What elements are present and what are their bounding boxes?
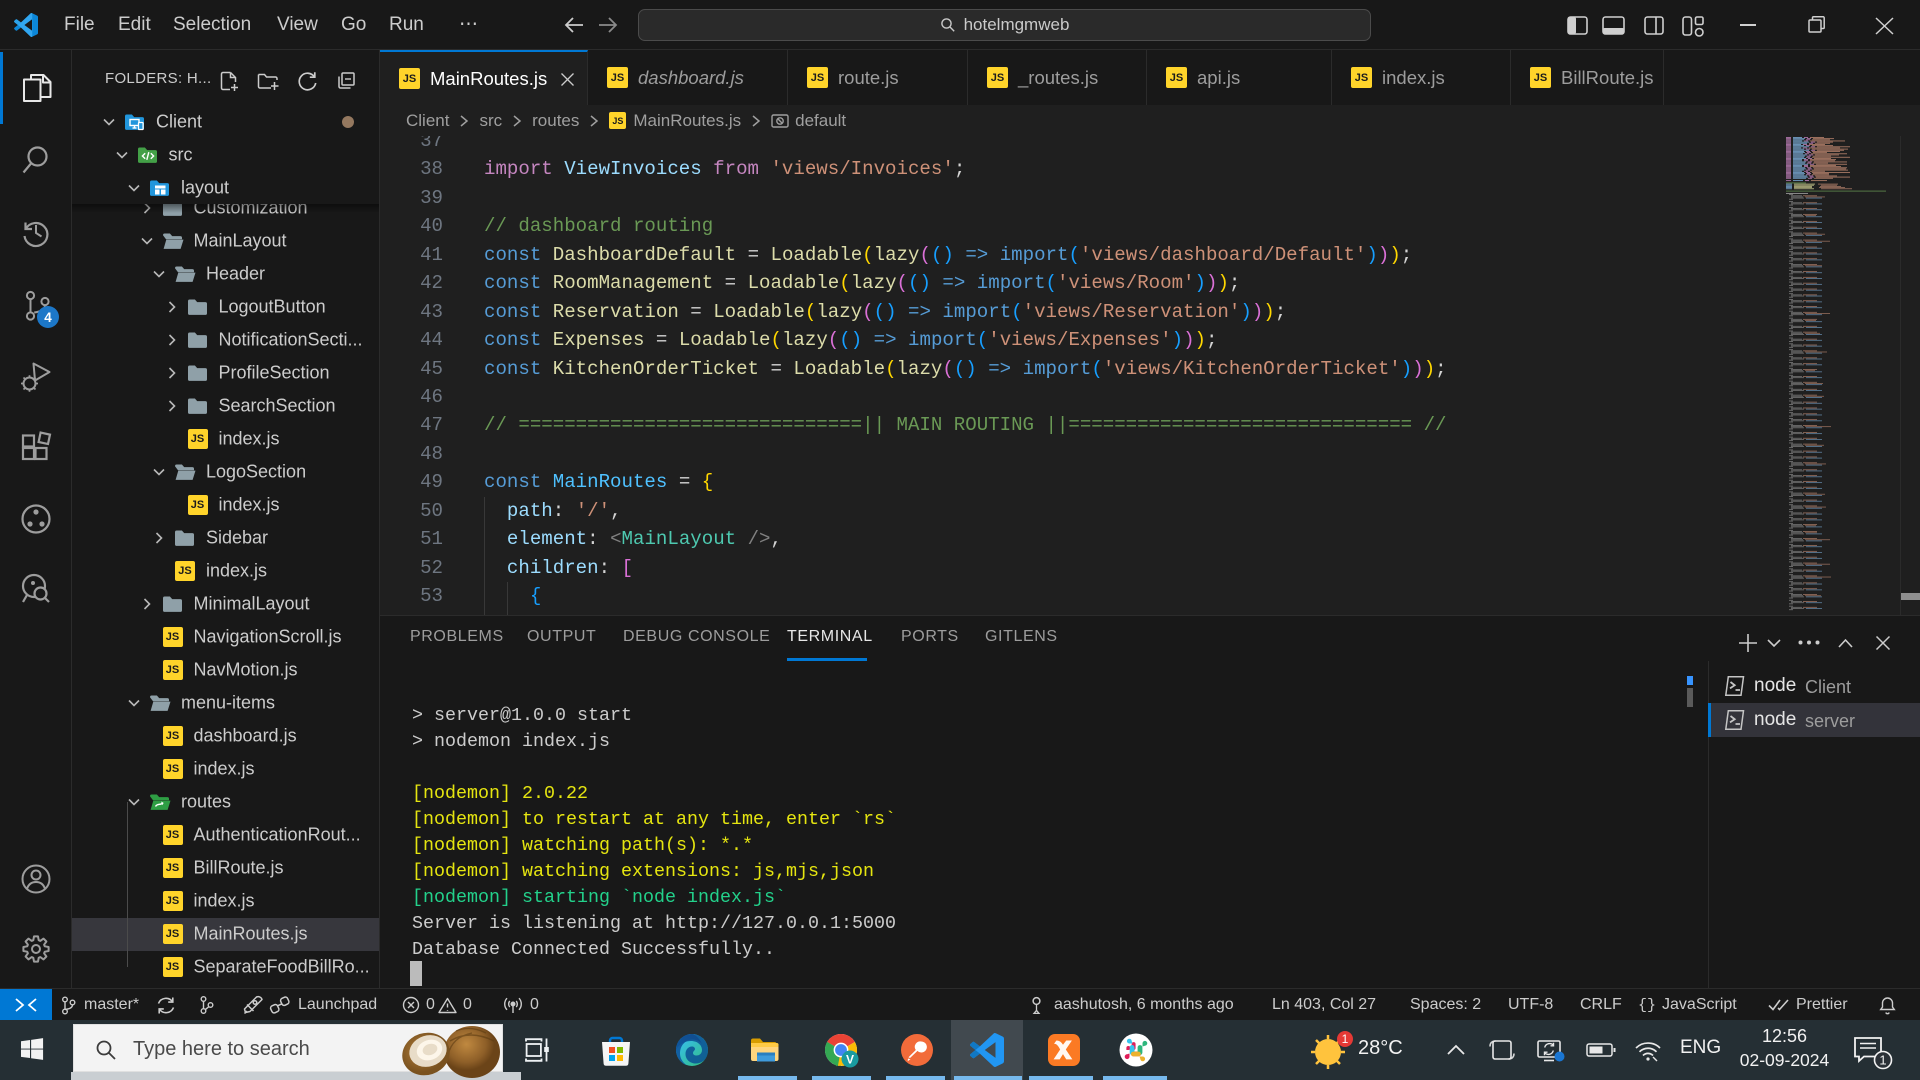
svg-text:V: V — [846, 1053, 854, 1067]
svg-text:1: 1 — [1879, 1053, 1886, 1068]
svg-text:1: 1 — [1342, 1032, 1349, 1046]
